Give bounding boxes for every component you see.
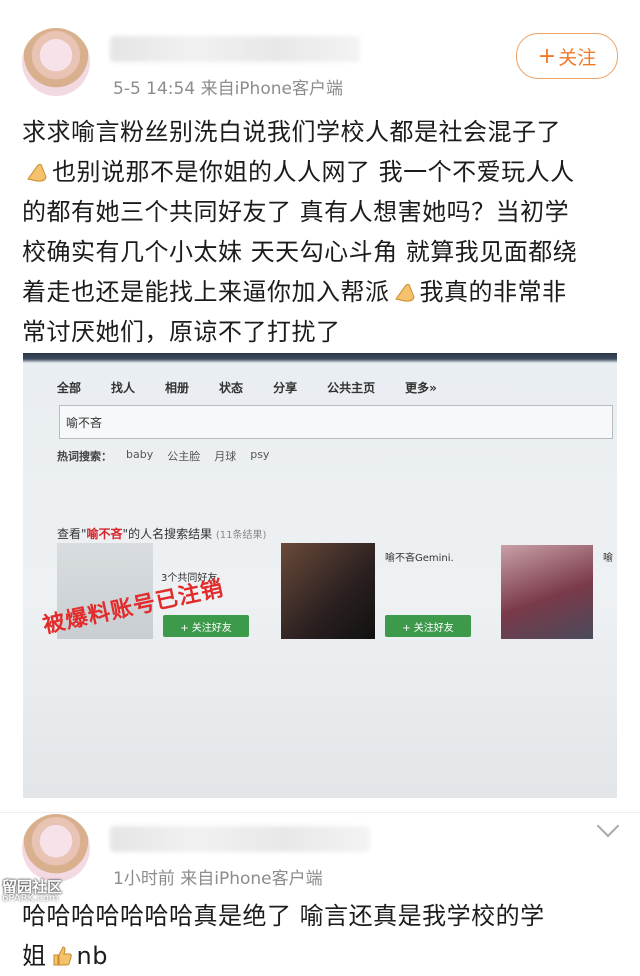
post-text: 求求喻言粉丝别洗白说我们学校人都是社会混子了 也别说那不是你姐的人人网了 我一个… bbox=[22, 112, 622, 352]
post-meta: 1小时前 来自iPhone客户端 bbox=[113, 869, 323, 889]
post-1: 5-5 14:54 来自iPhone客户端 + 关注 求求喻言粉丝别洗白说我们学… bbox=[0, 0, 640, 812]
post-text-line: 的都有她三个共同好友了 真有人想害她吗？当初学 bbox=[22, 198, 570, 226]
clapping-hand-emoji bbox=[27, 163, 47, 182]
comment-text-line: 姐 nb bbox=[22, 942, 108, 970]
comment-text: 哈哈哈哈哈哈哈真是绝了 喻言还真是我学校的学 姐 nb bbox=[22, 896, 622, 976]
photo-add-friend-button: + 关注好友 bbox=[385, 615, 471, 637]
watermark-url: 6PARK.com bbox=[2, 893, 59, 904]
post-text-line: 求求喻言粉丝别洗白说我们学校人都是社会混子了 bbox=[22, 118, 561, 146]
follow-label: 关注 bbox=[558, 46, 597, 69]
post-text-line: 校确实有几个小太妹 天天勾心斗角 就算我见面都绕 bbox=[22, 238, 578, 266]
username-blurred[interactable] bbox=[110, 36, 360, 62]
photo-result-heading: 查看"喻不吝"的人名搜索结果 (11条结果) bbox=[57, 527, 267, 541]
photo-search-box: 喻不吝 bbox=[59, 405, 613, 439]
photo-user-avatar bbox=[501, 545, 593, 639]
chevron-down-icon[interactable] bbox=[596, 814, 620, 838]
post-text-line: 也别说那不是你姐的人人网了 我一个不爱玩人人 bbox=[22, 152, 622, 192]
photo-user-name: 喻不吝Gemini. bbox=[385, 553, 454, 564]
photo-user-name: 喻 bbox=[603, 553, 613, 564]
attached-photo[interactable]: 全部 找人 相册 状态 分享 公共主页 更多» 喻不吝 热词搜索： baby 公… bbox=[23, 353, 617, 798]
post-meta: 5-5 14:54 来自iPhone客户端 bbox=[113, 79, 343, 99]
photo-nav: 全部 找人 相册 状态 分享 公共主页 更多» bbox=[57, 381, 437, 395]
post-2: 1小时前 来自iPhone客户端 哈哈哈哈哈哈哈真是绝了 喻言还真是我学校的学 … bbox=[0, 812, 640, 974]
username-blurred[interactable] bbox=[110, 826, 370, 852]
post-text-line: 常讨厌她们，原谅不了打扰了 bbox=[22, 318, 341, 346]
clapping-hand-emoji bbox=[394, 283, 415, 302]
avatar[interactable] bbox=[22, 814, 90, 882]
photo-hot-terms: 热词搜索： baby 公主脸 月球 psy bbox=[57, 448, 270, 463]
post-text-line: 着走也还是能找上来逼你加入帮派 我真的非常非 bbox=[22, 278, 567, 306]
thumbs-up-emoji bbox=[53, 946, 72, 966]
plus-icon: + bbox=[537, 43, 557, 69]
comment-text-line: 哈哈哈哈哈哈哈真是绝了 喻言还真是我学校的学 bbox=[22, 902, 545, 930]
photo-add-friend-button: + 关注好友 bbox=[163, 615, 249, 637]
follow-button[interactable]: + 关注 bbox=[516, 33, 618, 79]
avatar[interactable] bbox=[22, 28, 90, 96]
photo-user-avatar bbox=[281, 543, 375, 639]
